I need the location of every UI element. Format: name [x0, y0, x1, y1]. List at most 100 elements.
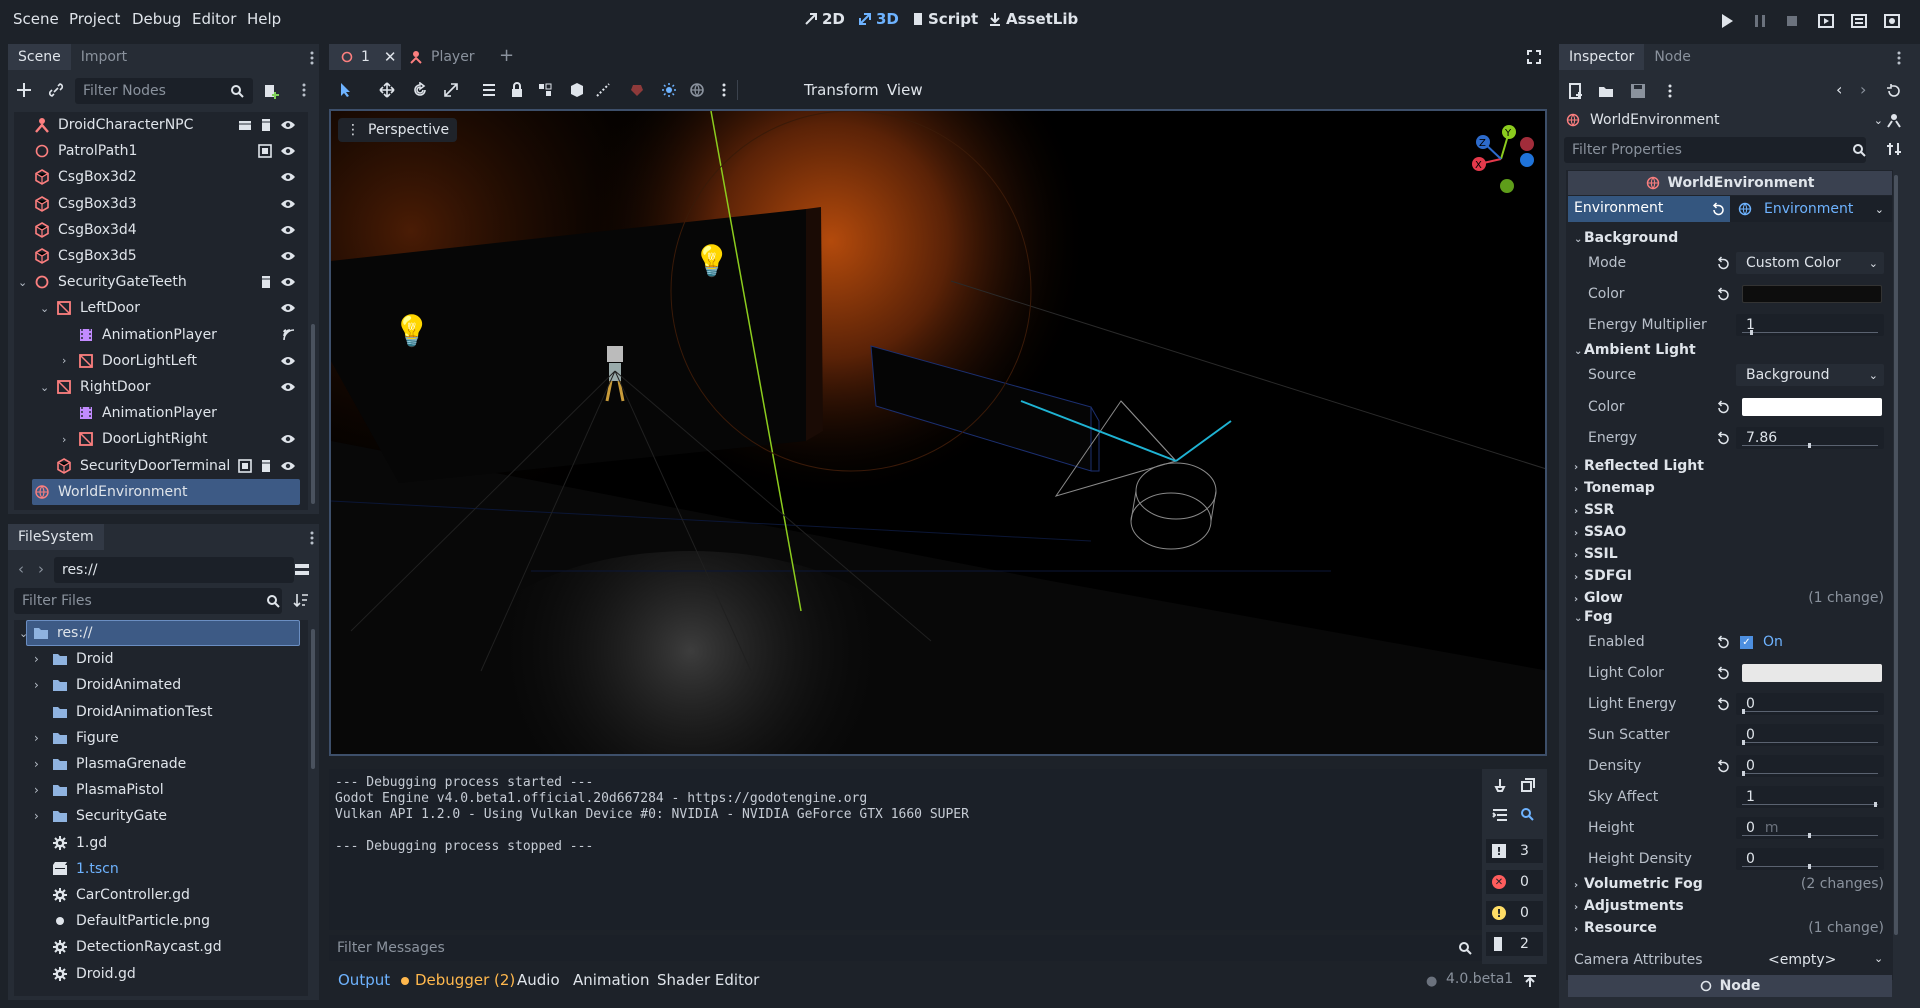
mode-assetlib-button[interactable]: AssetLib — [988, 10, 1078, 28]
scene-tree-node[interactable]: PatrolPath1 — [14, 138, 300, 164]
play-custom-scene-icon[interactable] — [1850, 12, 1868, 30]
collapse-arrow-icon[interactable]: ⌄ — [40, 302, 49, 315]
warnings-filter[interactable]: ! 0 — [1486, 901, 1543, 925]
mode-script-button[interactable]: Script — [912, 10, 978, 28]
mode-3d-button[interactable]: 3D — [858, 10, 899, 28]
list-view-icon[interactable] — [294, 562, 310, 578]
movie-maker-icon[interactable] — [1883, 12, 1901, 30]
background-mode-dropdown[interactable]: Custom Color ⌄ — [1736, 252, 1884, 274]
environment-property[interactable]: Environment Environment ⌄ — [1568, 196, 1892, 222]
output-search-icon[interactable] — [1520, 807, 1536, 823]
scene-menu-icon[interactable] — [301, 82, 307, 98]
scene-tab-1[interactable]: 1 ✕ — [329, 44, 401, 70]
scene-tree-node[interactable]: CsgBox3d4 — [14, 217, 300, 243]
bottom-tab-output[interactable]: Output — [338, 971, 390, 989]
clear-output-icon[interactable] — [1492, 777, 1508, 793]
new-resource-icon[interactable] — [1568, 83, 1584, 99]
skeleton-icon[interactable] — [629, 82, 645, 98]
visibility-icon[interactable] — [280, 198, 296, 210]
play-icon[interactable] — [1718, 12, 1736, 30]
menu-scene[interactable]: Scene — [13, 10, 59, 28]
history-back-icon[interactable]: ‹ — [1836, 80, 1842, 99]
transform-menu[interactable]: Transform — [804, 81, 879, 99]
folder-item[interactable]: › Figure — [14, 725, 300, 751]
editor-messages-filter[interactable]: 2 — [1486, 932, 1543, 956]
visibility-icon[interactable] — [280, 119, 296, 131]
fog-light-color-swatch[interactable] — [1742, 664, 1882, 682]
menu-help[interactable]: Help — [247, 10, 281, 28]
revert-icon[interactable] — [1716, 759, 1730, 773]
close-tab-icon[interactable]: ✕ — [384, 48, 397, 66]
select-tool-icon[interactable] — [339, 82, 353, 98]
scene-tree-node[interactable]: CsgBox3d2 — [14, 164, 300, 190]
file-item[interactable]: Droid.gd — [14, 961, 300, 987]
sun-preview-icon[interactable] — [661, 82, 677, 98]
rotate-tool-icon[interactable] — [412, 82, 428, 98]
ambient-energy-slider[interactable]: 7.86 — [1736, 427, 1884, 449]
move-tool-icon[interactable] — [379, 82, 395, 98]
camera-attributes-value[interactable]: <empty> — [1768, 952, 1836, 968]
expand-arrow-icon[interactable]: › — [34, 652, 39, 666]
omni-light-right-icon[interactable]: 💡 — [693, 243, 730, 279]
scene-tree-node[interactable]: ⌄ SecurityGateTeeth — [14, 269, 300, 295]
add-node-icon[interactable] — [16, 82, 32, 98]
menu-editor[interactable]: Editor — [192, 10, 236, 28]
fog-height-density-slider[interactable]: 0 — [1736, 848, 1884, 870]
visibility-icon[interactable] — [280, 145, 296, 157]
perspective-menu[interactable]: ⋮ Perspective — [338, 118, 458, 142]
revert-icon[interactable] — [1716, 287, 1730, 301]
scene-tree-node[interactable]: SecurityDoorTerminal — [14, 453, 300, 479]
path-field[interactable]: res:// — [54, 557, 294, 583]
revert-icon[interactable] — [1716, 697, 1730, 711]
collapse-arrow-icon[interactable]: ⌄ — [19, 627, 28, 640]
filter-files-input[interactable]: Filter Files — [14, 588, 282, 614]
environment-revert-icon[interactable] — [1711, 202, 1725, 216]
section-fog[interactable]: ⌄ Fog — [1568, 604, 1892, 630]
add-tab-icon[interactable]: + — [499, 45, 514, 66]
copy-icon[interactable] — [1520, 777, 1536, 793]
scene-tree-node[interactable]: AnimationPlayer — [14, 322, 300, 348]
grouped-icon[interactable] — [258, 144, 272, 158]
tab-inspector[interactable]: Inspector — [1559, 44, 1645, 70]
attach-script-icon[interactable] — [262, 82, 280, 100]
grouped-icon[interactable] — [238, 458, 252, 473]
menu-project[interactable]: Project — [69, 10, 120, 28]
folder-item[interactable]: ⌄ res:// — [19, 620, 300, 646]
ambient-source-dropdown[interactable]: Background ⌄ — [1736, 364, 1884, 386]
tab-import[interactable]: Import — [71, 44, 137, 70]
stop-icon[interactable] — [1783, 12, 1801, 30]
play-scene-icon[interactable] — [1817, 12, 1835, 30]
scene-tree-node[interactable]: WorldEnvironment — [32, 478, 300, 505]
visibility-icon[interactable] — [280, 433, 296, 445]
collapse-arrow-icon[interactable]: ⌄ — [40, 381, 49, 394]
tab-scene[interactable]: Scene — [8, 44, 71, 70]
script-attached-icon[interactable] — [260, 118, 272, 132]
environment-resource-picker[interactable]: Environment ⌄ — [1730, 196, 1892, 222]
environment-preview-icon[interactable] — [689, 82, 705, 98]
scene-tree-node[interactable]: ⌄ RightDoor — [14, 374, 300, 400]
filter-properties-input[interactable]: Filter Properties — [1564, 137, 1866, 163]
dock-menu-icon[interactable] — [309, 50, 315, 66]
bottom-tab-audio[interactable]: Audio — [517, 971, 560, 989]
snap-icon[interactable] — [569, 82, 585, 98]
link-icon[interactable] — [48, 82, 64, 98]
expand-arrow-icon[interactable]: › — [34, 757, 39, 771]
collapse-icon[interactable] — [1492, 807, 1508, 823]
fog-density-slider[interactable]: 0 — [1736, 755, 1884, 777]
folder-item[interactable]: DroidAnimationTest — [14, 699, 300, 725]
scene-tree-node[interactable]: CsgBox3d3 — [14, 191, 300, 217]
tab-node[interactable]: Node — [1644, 44, 1701, 70]
expand-panel-icon[interactable] — [1522, 973, 1538, 989]
scale-tool-icon[interactable] — [443, 82, 459, 98]
group-icon[interactable] — [537, 82, 553, 98]
folder-item[interactable]: › PlasmaGrenade — [14, 751, 300, 777]
file-item[interactable]: 1.gd — [14, 830, 300, 856]
tab-filesystem[interactable]: FileSystem — [8, 524, 104, 550]
sort-icon[interactable] — [293, 592, 309, 608]
fog-light-energy-slider[interactable]: 0 — [1736, 693, 1884, 715]
history-icon[interactable] — [1886, 83, 1902, 99]
inspector-section[interactable]: › Resource (1 change) — [1568, 915, 1892, 941]
list-select-icon[interactable] — [481, 82, 497, 98]
back-icon[interactable]: ‹ — [18, 560, 24, 578]
omni-light-left-icon[interactable]: 💡 — [393, 313, 430, 349]
